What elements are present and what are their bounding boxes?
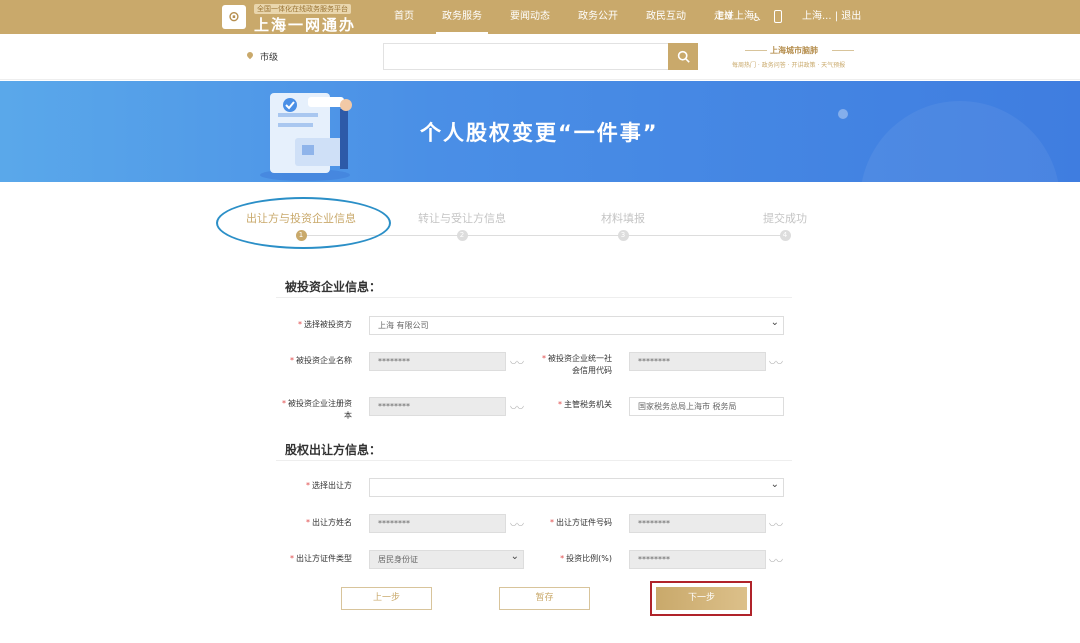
language-switch[interactable]: EN <box>718 0 732 34</box>
top-nav-bar: ⊙ 全国一体化在线政务服务平台 上海一网通办 首页 政务服务 要闻动态 政务公开… <box>0 0 1080 34</box>
banner-decoration <box>838 109 848 119</box>
user-name[interactable]: 上海... <box>802 11 832 22</box>
eye-hidden-icon[interactable]: ◡◡ <box>769 356 783 365</box>
eye-hidden-icon[interactable]: ◡◡ <box>769 554 783 563</box>
transferor-name-field[interactable]: ******** <box>369 514 506 533</box>
city-brain-title[interactable]: 上海城市脑肺 <box>770 45 818 56</box>
search-bar-row: 市级 上海城市脑肺 每周热门 · 政务问答 · 开讲政策 · 天气预报 <box>0 34 1080 80</box>
logo-tagline: 全国一体化在线政务服务平台 <box>254 4 351 14</box>
registered-capital-field[interactable]: ******** <box>369 397 506 416</box>
divider <box>276 297 792 298</box>
user-menu[interactable]: 上海... | 退出 <box>802 0 861 34</box>
highlight-ellipse <box>216 197 391 249</box>
select-transferor-label: * 选择出让方 <box>306 481 352 490</box>
step-dot: 3 <box>617 230 629 241</box>
banner-decoration <box>860 101 1060 182</box>
section-title-investee: 被投资企业信息： <box>285 280 382 294</box>
divider <box>276 460 792 461</box>
banner-illustration-icon <box>260 93 352 181</box>
nav-interaction[interactable]: 政民互动 <box>640 0 692 34</box>
step-4[interactable]: 提交成功 4 <box>763 210 807 241</box>
logo-title[interactable]: 上海一网通办 <box>254 14 356 35</box>
accessibility-icon[interactable]: ♿ <box>752 11 762 24</box>
nav-gov-open[interactable]: 政务公开 <box>572 0 624 34</box>
search-icon <box>677 50 690 63</box>
step-dot: 2 <box>456 230 468 241</box>
mobile-icon[interactable] <box>774 10 782 23</box>
location-selector[interactable]: 市级 <box>260 50 278 63</box>
select-investee-label: * 选择被投资方 <box>298 320 352 329</box>
id-number-field[interactable]: ******** <box>629 514 766 533</box>
transferor-name-label: * 出让方姓名 <box>306 518 352 527</box>
divider <box>832 50 854 51</box>
prev-step-button[interactable]: 上一步 <box>341 587 432 610</box>
id-number-label: * 出让方证件号码 <box>550 518 612 527</box>
step-3[interactable]: 材料填报 3 <box>601 210 645 241</box>
select-transferor-dropdown[interactable] <box>369 476 784 497</box>
step-2[interactable]: 转让与受让方信息 2 <box>418 210 506 241</box>
investee-name-label: * 被投资企业名称 <box>290 356 352 365</box>
step-label: 提交成功 <box>763 212 807 225</box>
step-label: 材料填报 <box>601 212 645 225</box>
search-input[interactable] <box>383 43 669 70</box>
investee-name-field[interactable]: ******** <box>369 352 506 371</box>
id-type-label: * 出让方证件类型 <box>290 554 352 563</box>
section-title-transferor: 股权出让方信息： <box>285 443 382 457</box>
highlight-box <box>650 581 752 616</box>
logout-link[interactable]: 退出 <box>841 11 861 22</box>
save-draft-button[interactable]: 暂存 <box>499 587 590 610</box>
id-type-dropdown[interactable]: 居民身份证 <box>369 548 524 569</box>
tax-office-label: * 主管税务机关 <box>558 400 612 409</box>
page-banner: 个人股权变更“一件事” <box>0 81 1080 182</box>
nav-gov-services[interactable]: 政务服务 <box>436 0 488 34</box>
city-brain-links[interactable]: 每周热门 · 政务问答 · 开讲政策 · 天气预报 <box>732 60 845 69</box>
step-label: 转让与受让方信息 <box>418 212 506 225</box>
credit-code-field[interactable]: ******** <box>629 352 766 371</box>
eye-hidden-icon[interactable]: ◡◡ <box>769 518 783 527</box>
investment-ratio-label: * 投资比例(%) <box>560 554 612 563</box>
investment-ratio-field[interactable]: ******** <box>629 550 766 569</box>
site-logo-icon[interactable]: ⊙ <box>222 5 246 29</box>
tax-office-field[interactable]: 国家税务总局上海市 税务局 <box>629 397 784 416</box>
select-investee-dropdown[interactable]: 上海 有限公司 <box>369 314 784 335</box>
credit-code-label: * 被投资企业统一社 会信用代码 <box>542 354 612 375</box>
page-title: 个人股权变更“一件事” <box>420 121 659 145</box>
divider <box>745 50 767 51</box>
nav-news[interactable]: 要闻动态 <box>504 0 556 34</box>
nav-home[interactable]: 首页 <box>388 0 420 34</box>
step-dot: 1 <box>295 230 307 241</box>
step-dot: 4 <box>779 230 791 241</box>
location-pin-icon <box>245 50 255 60</box>
search-button[interactable] <box>668 43 698 70</box>
registered-capital-label: * 被投资企业注册资本 <box>282 399 352 420</box>
